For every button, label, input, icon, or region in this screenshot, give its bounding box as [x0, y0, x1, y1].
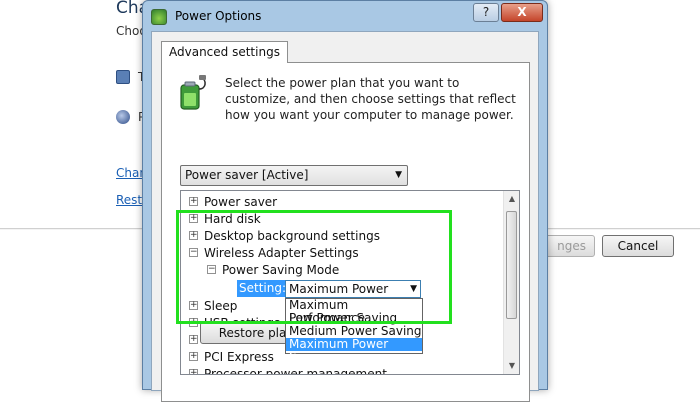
tree-item-label: Processor power management: [204, 367, 387, 375]
scrollbar-thumb[interactable]: [506, 211, 517, 319]
setting-value-combo[interactable]: Maximum Power Saving ▼: [285, 280, 421, 312]
tree-item-pci-express[interactable]: + PCI Express: [189, 349, 274, 366]
tree-item-label: Sleep: [204, 299, 238, 313]
dialog-titlebar[interactable]: Power Options ? X: [143, 1, 547, 31]
power-plan-select[interactable]: Power saver [Active] ▼: [180, 165, 408, 186]
expand-icon[interactable]: +: [189, 352, 198, 361]
background-task-icon: [116, 70, 130, 84]
expand-icon[interactable]: +: [189, 369, 198, 374]
advanced-settings-panel: Select the power plan that you want to c…: [161, 62, 530, 402]
expand-icon[interactable]: +: [189, 318, 198, 327]
scroll-up-icon[interactable]: ▲: [504, 191, 519, 207]
tree-item-label: Hard disk: [204, 212, 261, 226]
instructions-text: Select the power plan that you want to c…: [225, 76, 516, 122]
tab-advanced-settings[interactable]: Advanced settings: [161, 41, 288, 63]
tree-scrollbar[interactable]: ▲ ▼: [503, 191, 519, 374]
background-moon-icon: [116, 110, 130, 124]
settings-tree[interactable]: + Power saver + Hard disk + Desktop backgro…: [180, 190, 520, 375]
option-maximum-power-saving[interactable]: Maximum Power Saving: [286, 338, 422, 364]
tree-item-label: Desktop background settings: [204, 229, 380, 243]
setting-label: Setting:: [237, 280, 289, 297]
tree-item-wireless-adapter[interactable]: − Wireless Adapter Settings: [189, 245, 359, 262]
tree-item-power-saver[interactable]: + Power saver: [189, 194, 277, 211]
expand-icon[interactable]: +: [189, 197, 198, 206]
power-plan-select-value: Power saver [Active]: [185, 168, 309, 182]
collapse-icon[interactable]: −: [189, 248, 198, 257]
tree-item-label: Power Saving Mode: [222, 263, 340, 277]
dialog-title: Power Options: [175, 9, 262, 23]
expand-icon[interactable]: +: [189, 335, 198, 344]
setting-options-list[interactable]: Maximum Performance Low Power Saving Med…: [285, 298, 423, 364]
power-options-icon: [151, 9, 167, 25]
tree-item-power-saving-mode[interactable]: − Power Saving Mode: [207, 262, 339, 279]
chevron-down-icon: ▼: [410, 284, 417, 294]
close-button[interactable]: X: [501, 3, 543, 22]
tree-item-label: Wireless Adapter Settings: [204, 246, 359, 260]
tree-item-processor-power[interactable]: + Processor power management: [189, 366, 387, 375]
tree-item-label: Power saver: [204, 195, 278, 209]
battery-plug-icon: [180, 75, 206, 110]
chevron-down-icon: ▼: [395, 170, 402, 180]
expand-icon[interactable]: +: [189, 301, 198, 310]
collapse-icon[interactable]: −: [207, 265, 216, 274]
cancel-button[interactable]: Cancel: [602, 235, 674, 257]
tree-item-label: PCI Express: [204, 350, 274, 364]
expand-icon[interactable]: +: [189, 214, 198, 223]
tree-item-hard-disk[interactable]: + Hard disk: [189, 211, 261, 228]
help-button[interactable]: ?: [473, 3, 499, 22]
scroll-down-icon[interactable]: ▼: [504, 358, 519, 374]
tree-item-sleep[interactable]: + Sleep: [189, 298, 237, 315]
tree-item-desktop-background[interactable]: + Desktop background settings: [189, 228, 380, 245]
expand-icon[interactable]: +: [189, 231, 198, 240]
